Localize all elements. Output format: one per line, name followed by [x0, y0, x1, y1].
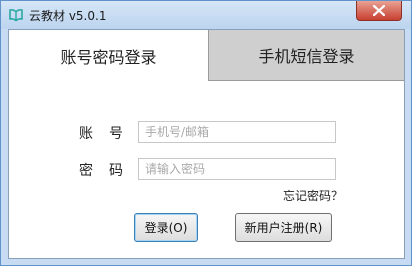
login-panel: 账号密码登录 手机短信登录 账号 密码 忘记密码？ 登录(O) 新用户注册(R): [8, 29, 405, 259]
password-label: 密码: [79, 163, 139, 179]
register-button[interactable]: 新用户注册(R): [235, 213, 332, 242]
tab-account-password-login[interactable]: 账号密码登录: [9, 30, 208, 81]
book-icon: [9, 9, 23, 22]
login-button[interactable]: 登录(O): [134, 213, 198, 242]
close-icon: [373, 5, 385, 16]
password-input[interactable]: [138, 158, 336, 180]
close-button[interactable]: [356, 1, 402, 21]
title-bar[interactable]: 云教材 v5.0.1: [1, 1, 411, 29]
login-window: 云教材 v5.0.1 账号密码登录 手机短信登录 账号 密码 忘记密码？ 登录(…: [0, 0, 412, 266]
forgot-password-link[interactable]: 忘记密码？: [283, 187, 343, 204]
account-input[interactable]: [138, 121, 336, 143]
tab-sms-login[interactable]: 手机短信登录: [208, 30, 404, 81]
account-label: 账号: [79, 126, 139, 142]
window-title: 云教材 v5.0.1: [29, 9, 107, 23]
